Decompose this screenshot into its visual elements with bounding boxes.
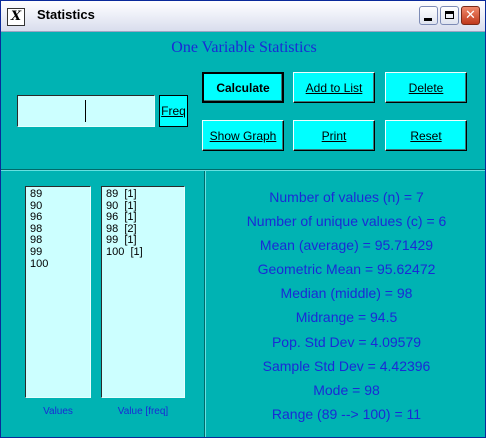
minimize-button[interactable] — [419, 6, 438, 25]
results-panel: Number of values (n) = 7 Number of uniqu… — [206, 189, 486, 430]
minimize-icon — [424, 18, 432, 21]
result-sample-std-dev: Sample Std Dev = 4.42396 — [262, 357, 431, 374]
close-button[interactable]: ✕ — [461, 6, 480, 25]
window-title: Statistics — [37, 7, 95, 22]
result-midrange: Midrange = 94.5 — [295, 309, 398, 326]
list-item[interactable]: 100 — [30, 258, 90, 271]
values-caption: Values — [43, 406, 73, 417]
delete-button[interactable]: Delete — [385, 72, 467, 103]
reset-button[interactable]: Reset — [385, 120, 467, 151]
page-title: One Variable Statistics — [171, 39, 317, 56]
list-item[interactable]: 89 [1] — [106, 188, 184, 201]
list-item[interactable]: 99 — [30, 246, 90, 259]
result-mode: Mode = 98 — [313, 381, 380, 398]
value-input[interactable] — [17, 95, 155, 127]
result-mean: Mean (average) = 95.71429 — [259, 237, 434, 254]
app-icon: X — [7, 8, 25, 26]
list-item[interactable]: 89 — [30, 188, 90, 201]
print-button[interactable]: Print — [293, 120, 375, 151]
result-median: Median (middle) = 98 — [280, 285, 413, 302]
horizontal-divider — [1, 169, 485, 171]
title-bar[interactable]: X Statistics ✕ — [1, 1, 485, 32]
result-count: Number of values (n) = 7 — [269, 189, 424, 205]
maximize-button[interactable] — [440, 6, 459, 25]
values-listbox[interactable]: 89 90 96 98 98 99 100 — [25, 186, 91, 398]
close-icon: ✕ — [465, 8, 476, 23]
value-freq-listbox[interactable]: 89 [1] 90 [1] 96 [1] 98 [2] 99 [1] 100 [… — [101, 186, 185, 398]
calculate-button[interactable]: Calculate — [202, 72, 284, 103]
add-to-list-button[interactable]: Add to List — [293, 72, 375, 103]
maximize-icon — [445, 11, 454, 19]
result-geometric-mean: Geometric Mean = 95.62472 — [257, 261, 436, 278]
freq-button[interactable]: Freq — [159, 95, 188, 127]
statistics-window: X Statistics ✕ One Variable Statistics F… — [0, 0, 486, 438]
result-range: Range (89 --> 100) = 11 — [271, 405, 422, 422]
text-caret — [85, 100, 86, 122]
value-freq-caption: Value [freq] — [117, 406, 169, 417]
result-pop-std-dev: Pop. Std Dev = 4.09579 — [271, 333, 422, 350]
result-unique-count: Number of unique values (c) = 6 — [246, 213, 447, 230]
show-graph-button[interactable]: Show Graph — [202, 120, 284, 151]
list-item[interactable]: 100 [1] — [106, 246, 184, 259]
